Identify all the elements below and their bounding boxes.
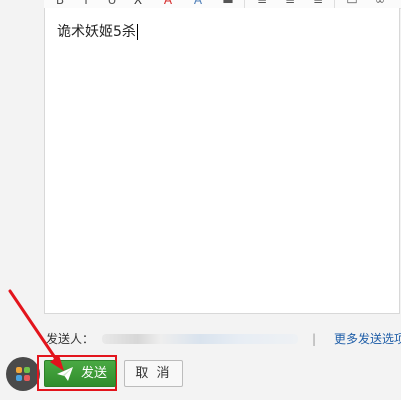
apps-grid-icon: [16, 367, 22, 373]
italic-icon[interactable]: I: [80, 0, 92, 6]
attachment-icon[interactable]: ∞: [374, 0, 386, 6]
send-label: 发送: [81, 366, 108, 381]
compose-window: B I U X A A ▬ ≡ ≡ ≡ ▭ ∞ 诡术妖姬5杀 发送人： | 更多…: [0, 0, 401, 400]
apps-grid-icon: [24, 367, 30, 373]
message-body-editor[interactable]: 诡术妖姬5杀: [44, 8, 400, 314]
more-send-options-link[interactable]: 更多发送选项: [334, 330, 401, 348]
send-button[interactable]: 发送: [44, 360, 116, 387]
sender-label: 发送人：: [46, 332, 95, 346]
indent-icon[interactable]: ≡: [312, 0, 324, 6]
toolbar-divider: [334, 0, 335, 8]
highlight-icon[interactable]: A: [192, 0, 204, 6]
divider: |: [312, 332, 317, 346]
strike-icon[interactable]: X: [132, 0, 144, 6]
font-color-icon[interactable]: A: [162, 0, 174, 6]
toolbar-divider: [244, 0, 245, 8]
sender-row: 发送人： | 更多发送选项: [44, 330, 401, 348]
bold-icon[interactable]: B: [54, 0, 66, 6]
list-icon[interactable]: ≡: [284, 0, 296, 6]
format-icon[interactable]: ▬: [222, 0, 234, 6]
image-icon[interactable]: ▭: [346, 0, 358, 6]
message-body-text[interactable]: 诡术妖姬5杀: [57, 24, 138, 40]
apps-grid-icon: [16, 375, 22, 381]
cancel-button[interactable]: 取 消: [124, 360, 183, 387]
apps-grid-icon: [24, 375, 30, 381]
apps-grid-button[interactable]: [6, 357, 40, 391]
paper-plane-icon: [57, 367, 73, 381]
align-icon[interactable]: ≡: [256, 0, 268, 6]
sender-address-redacted[interactable]: [102, 334, 298, 344]
underline-icon[interactable]: U: [106, 0, 118, 6]
text-caret: [136, 24, 138, 40]
